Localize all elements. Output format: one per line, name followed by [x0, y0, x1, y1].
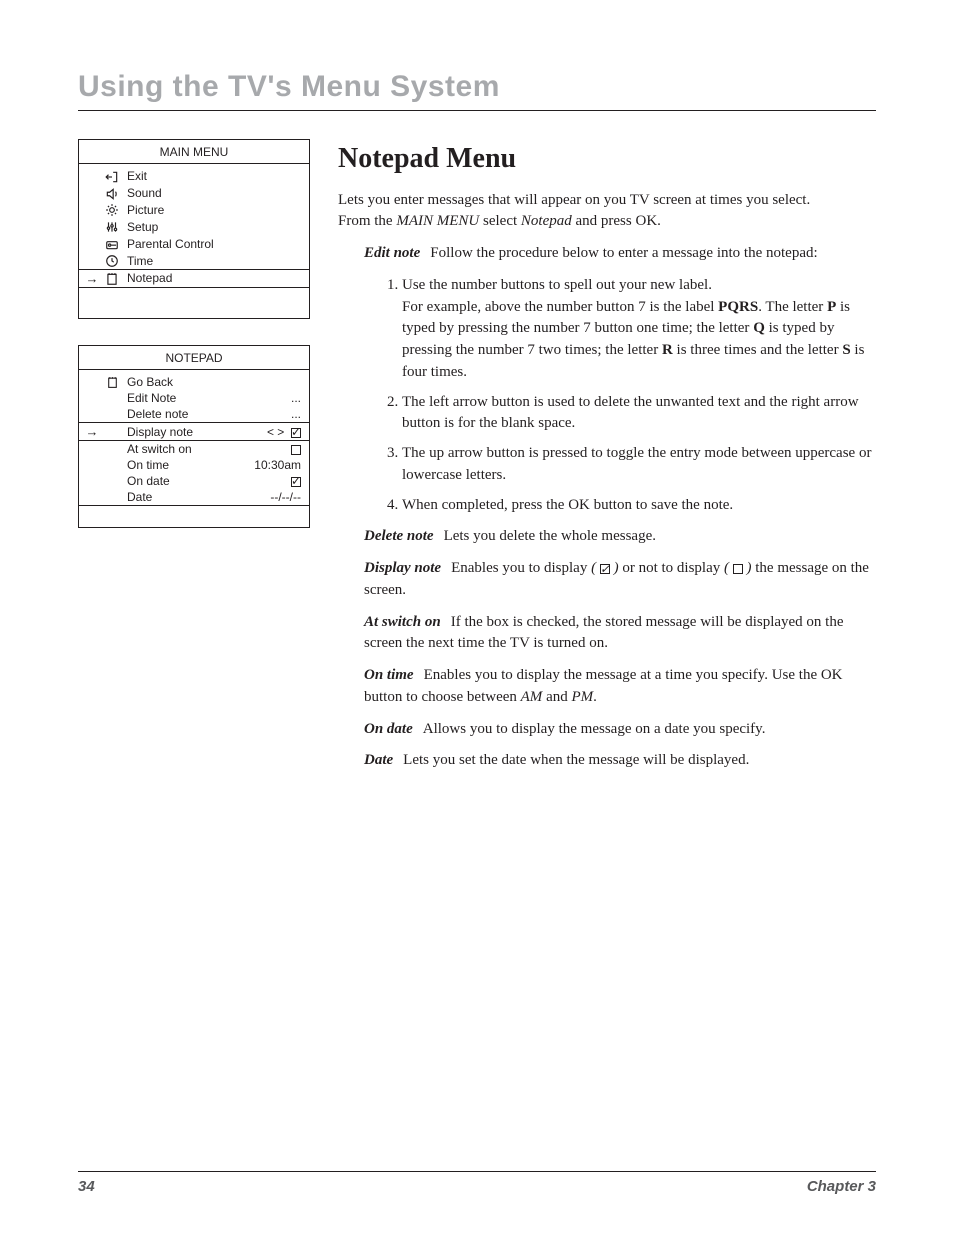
- notepad-item-editnote: Edit Note ...: [79, 390, 309, 406]
- exit-icon: [101, 169, 123, 184]
- menu-label: Display note: [123, 425, 241, 439]
- menu-label: On date: [123, 474, 241, 488]
- notepad-item-ondate: On date: [79, 473, 309, 489]
- notepad-icon: [101, 375, 123, 389]
- menu-value: --/--/--: [241, 490, 301, 504]
- menu-value: < >: [241, 425, 301, 439]
- on-time-paragraph: On timeEnables you to display the messag…: [364, 665, 876, 709]
- page-footer: 34 Chapter 3: [78, 1171, 876, 1195]
- notepad-menu-box: NOTEPAD Go Back Edit Note ...: [78, 345, 310, 528]
- main-menu-title: MAIN MENU: [79, 140, 309, 163]
- step-1: Use the number buttons to spell out your…: [402, 275, 876, 384]
- page-number: 34: [78, 1178, 95, 1195]
- on-date-paragraph: On dateAllows you to display the message…: [364, 719, 876, 741]
- checkbox-checked-icon: [291, 477, 301, 487]
- step-4: When completed, press the OK button to s…: [402, 495, 876, 517]
- menu-item-picture: Picture: [79, 202, 309, 219]
- checkbox-unchecked-icon: [291, 445, 301, 455]
- checkbox-unchecked-icon: [733, 564, 743, 574]
- menu-value: [241, 442, 301, 456]
- title-rule: [78, 110, 876, 111]
- menu-item-setup: Setup: [79, 218, 309, 235]
- menu-value: ...: [241, 407, 301, 421]
- menu-label: On time: [123, 458, 241, 472]
- checkbox-checked-icon: [291, 428, 301, 438]
- menu-item-time: Time: [79, 252, 309, 269]
- notepad-item-ontime: On time 10:30am: [79, 457, 309, 473]
- menu-label: Sound: [123, 186, 301, 200]
- notepad-item-deletenote: Delete note ...: [79, 406, 309, 422]
- notepad-item-atswitch: At switch on: [79, 441, 309, 457]
- menu-label: Time: [123, 254, 301, 268]
- menu-label: At switch on: [123, 442, 241, 456]
- intro-paragraph: Lets you enter messages that will appear…: [338, 190, 876, 234]
- delete-note-paragraph: Delete noteLets you delete the whole mes…: [364, 526, 876, 548]
- checkbox-checked-icon: [600, 564, 610, 574]
- menu-item-notepad: → Notepad: [79, 269, 309, 288]
- notepad-item-goback: Go Back: [79, 374, 309, 390]
- steps-list: Use the number buttons to spell out your…: [382, 275, 876, 517]
- sound-icon: [101, 186, 123, 201]
- notepad-menu-title: NOTEPAD: [79, 346, 309, 369]
- parental-icon: [101, 236, 123, 251]
- menu-label: Setup: [123, 220, 301, 234]
- chapter-label: Chapter 3: [807, 1178, 876, 1195]
- menu-label: Picture: [123, 203, 301, 217]
- menu-item-exit: Exit: [79, 168, 309, 185]
- display-note-paragraph: Display noteEnables you to display ( ) o…: [364, 558, 876, 602]
- time-icon: [101, 253, 123, 268]
- menu-value: ...: [241, 391, 301, 405]
- menu-label: Notepad: [123, 271, 301, 285]
- selection-arrow-icon: →: [83, 424, 101, 439]
- setup-icon: [101, 219, 123, 234]
- menu-value: 10:30am: [241, 458, 301, 472]
- menu-item-parental: Parental Control: [79, 235, 309, 252]
- at-switch-paragraph: At switch onIf the box is checked, the s…: [364, 612, 876, 656]
- notepad-icon: [101, 271, 123, 286]
- menu-label: Go Back: [123, 375, 241, 389]
- section-heading: Notepad Menu: [338, 139, 876, 180]
- main-menu-box: MAIN MENU Exit: [78, 139, 310, 319]
- picture-icon: [101, 203, 123, 218]
- menu-label: Delete note: [123, 407, 241, 421]
- date-paragraph: DateLets you set the date when the messa…: [364, 750, 876, 772]
- notepad-item-date: Date --/--/--: [79, 489, 309, 505]
- step-3: The up arrow button is pressed to toggle…: [402, 443, 876, 487]
- step-2: The left arrow button is used to delete …: [402, 392, 876, 436]
- menu-label: Exit: [123, 169, 301, 183]
- menu-label: Parental Control: [123, 237, 301, 251]
- chapter-title: Using the TV's Menu System: [78, 70, 876, 104]
- selection-arrow-icon: →: [83, 271, 101, 286]
- menu-label: Date: [123, 490, 241, 504]
- edit-note-paragraph: Edit noteFollow the procedure below to e…: [364, 243, 876, 265]
- menu-item-sound: Sound: [79, 185, 309, 202]
- menu-value: [241, 474, 301, 488]
- menu-label: Edit Note: [123, 391, 241, 405]
- notepad-item-displaynote: → Display note < >: [79, 422, 309, 441]
